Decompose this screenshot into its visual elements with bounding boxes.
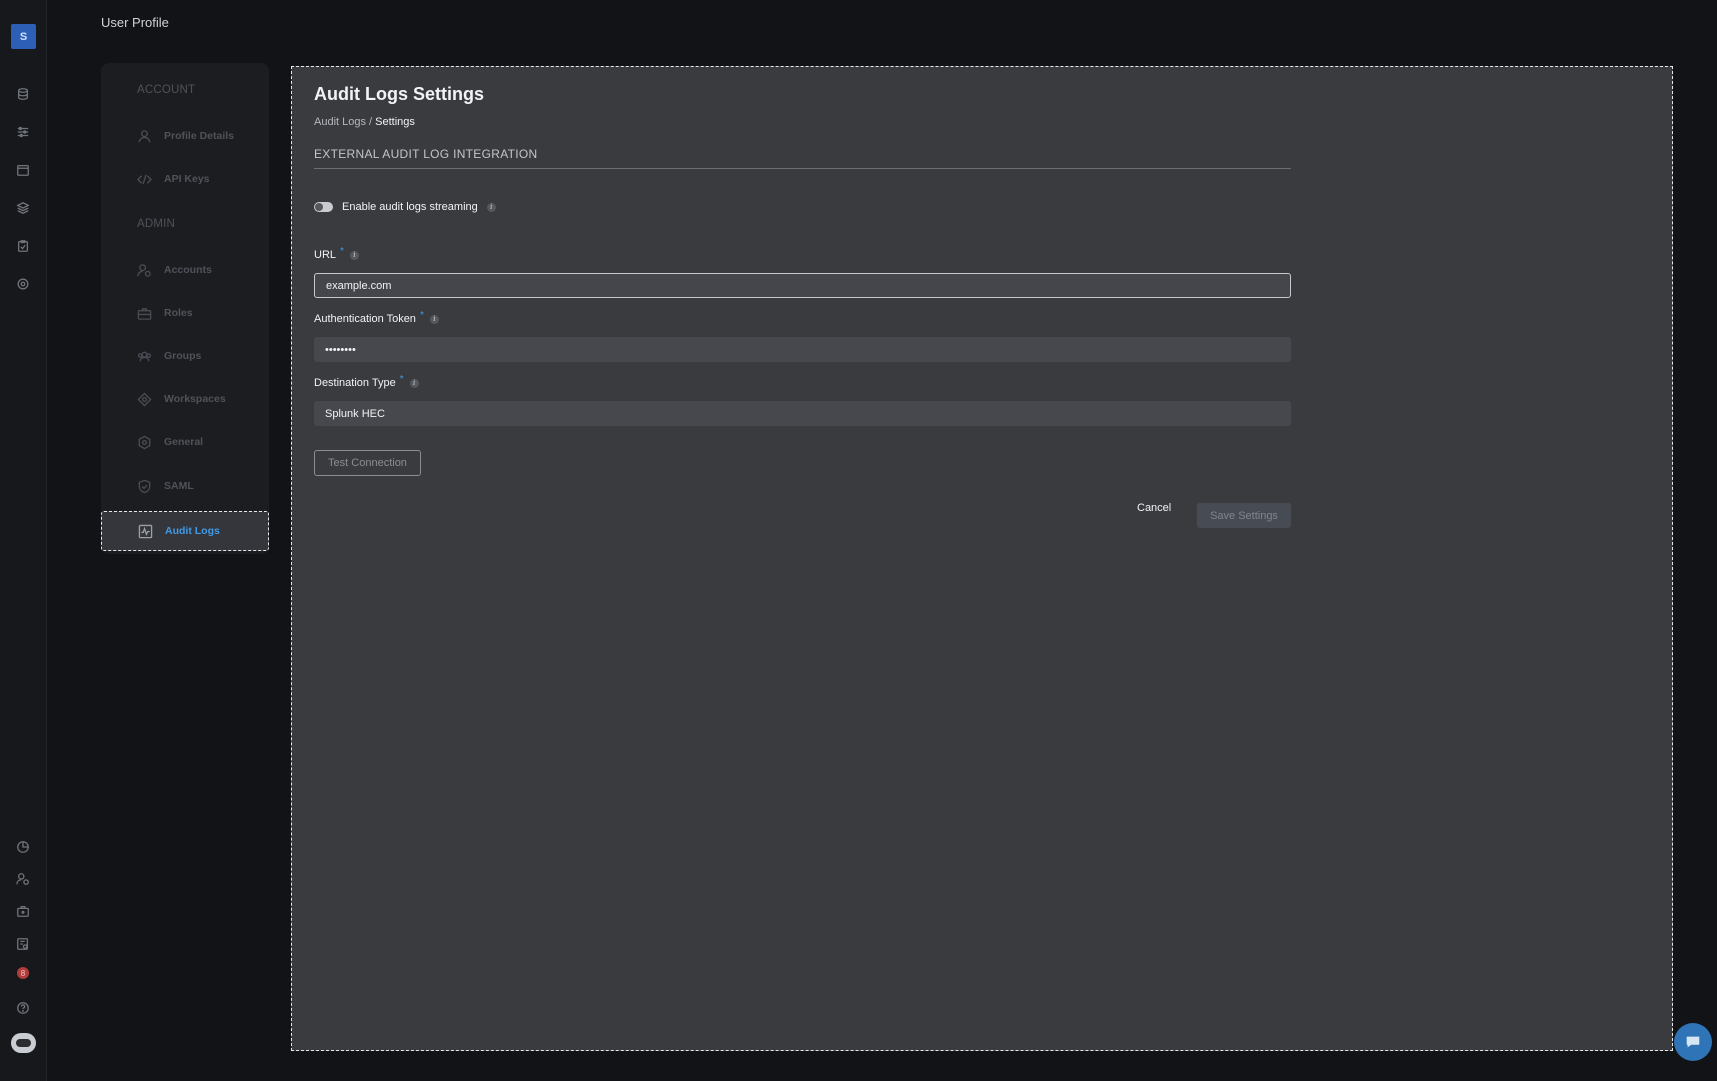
breadcrumb-current: Settings [375, 116, 415, 128]
briefcase-icon [137, 307, 152, 320]
url-value: example.com [326, 279, 392, 292]
nav-item-workspaces[interactable]: Workspaces [101, 379, 269, 419]
sliders-icon[interactable] [15, 124, 31, 140]
clipboard-icon[interactable] [15, 238, 31, 254]
panel-title: Audit Logs Settings [314, 84, 484, 104]
pie-chart-icon[interactable] [15, 839, 31, 855]
app-rail: S 8 [0, 0, 47, 1081]
shield-icon [138, 479, 151, 493]
user-gear-icon [137, 263, 151, 277]
info-icon[interactable]: i [429, 314, 439, 324]
nav-item-label: SAML [164, 480, 194, 492]
destination-value: Splunk HEC [325, 407, 385, 420]
destination-select[interactable]: Splunk HEC [314, 401, 1291, 426]
nav-item-label: Groups [164, 350, 202, 362]
nav-item-groups[interactable]: Groups [101, 336, 269, 376]
nav-item-label: Workspaces [164, 393, 226, 405]
audit-logs-settings-panel: Audit Logs Settings Audit Logs / Setting… [291, 66, 1673, 1051]
briefcase-icon[interactable] [15, 903, 31, 919]
nav-item-general[interactable]: General [101, 422, 269, 462]
code-icon [137, 174, 152, 184]
activity-icon [138, 524, 153, 538]
chat-icon[interactable] [1674, 1023, 1712, 1061]
info-icon[interactable]: i [349, 250, 359, 260]
user-gear-icon[interactable] [15, 871, 31, 887]
token-label-text: Authentication Token [314, 313, 416, 325]
nav-item-label: Audit Logs [165, 525, 220, 537]
breadcrumb-separator: / [365, 116, 376, 128]
info-icon[interactable]: i [486, 202, 496, 212]
nav-item-label: General [164, 436, 204, 448]
breadcrumb: Audit Logs / Settings [314, 116, 415, 128]
assistant-icon[interactable] [11, 1033, 36, 1053]
gear-icon [138, 435, 151, 449]
account-section-heading: ACCOUNT [137, 84, 196, 96]
url-label: URL * i [314, 245, 359, 261]
required-marker: * [340, 245, 344, 257]
admin-section-heading: ADMIN [137, 218, 176, 230]
workspace-avatar[interactable]: S [11, 24, 36, 49]
nav-item-api-keys[interactable]: API Keys [101, 159, 269, 199]
streaming-toggle-label: Enable audit logs streaming [342, 201, 478, 213]
settings-nav: ACCOUNT Profile Details API Keys ADMIN A… [101, 63, 269, 554]
destination-label: Destination Type * i [314, 373, 419, 389]
test-connection-button[interactable]: Test Connection [314, 450, 421, 476]
notification-badge[interactable]: 8 [17, 967, 29, 979]
database-icon[interactable] [15, 86, 31, 102]
nav-item-profile-details[interactable]: Profile Details [101, 116, 269, 156]
nav-item-accounts[interactable]: Accounts [101, 250, 269, 290]
cancel-button[interactable]: Cancel [1137, 502, 1171, 514]
required-marker: * [419, 309, 424, 321]
calendar-icon[interactable] [15, 162, 31, 178]
url-label-text: URL [314, 249, 337, 261]
save-settings-button[interactable]: Save Settings [1197, 503, 1291, 528]
nav-item-label: API Keys [164, 173, 210, 185]
nav-item-saml[interactable]: SAML [101, 466, 269, 506]
users-icon [137, 351, 152, 361]
nav-item-label: Accounts [164, 264, 212, 276]
token-value: •••••••• [325, 343, 356, 356]
streaming-toggle[interactable] [314, 202, 333, 212]
nav-item-label: Profile Details [164, 130, 235, 142]
nav-item-label: Roles [164, 307, 193, 319]
required-marker: * [399, 373, 404, 385]
user-icon [138, 129, 151, 142]
section-title: EXTERNAL AUDIT LOG INTEGRATION [314, 147, 1291, 169]
info-icon[interactable]: i [409, 378, 419, 388]
layers-icon[interactable] [15, 200, 31, 216]
workspace-icon [137, 391, 152, 407]
streaming-toggle-row: Enable audit logs streaming i [314, 201, 496, 213]
page-title: User Profile [101, 15, 169, 30]
url-input[interactable]: example.com [314, 273, 1291, 298]
settings-circle-icon[interactable] [15, 276, 31, 292]
token-label: Authentication Token * i [314, 309, 439, 325]
nav-item-roles[interactable]: Roles [101, 293, 269, 333]
document-gear-icon[interactable] [15, 936, 31, 952]
token-input[interactable]: •••••••• [314, 337, 1291, 362]
help-icon[interactable] [15, 1000, 31, 1016]
breadcrumb-parent[interactable]: Audit Logs [314, 116, 366, 128]
nav-item-audit-logs[interactable]: Audit Logs [101, 511, 269, 551]
destination-label-text: Destination Type [314, 377, 396, 389]
